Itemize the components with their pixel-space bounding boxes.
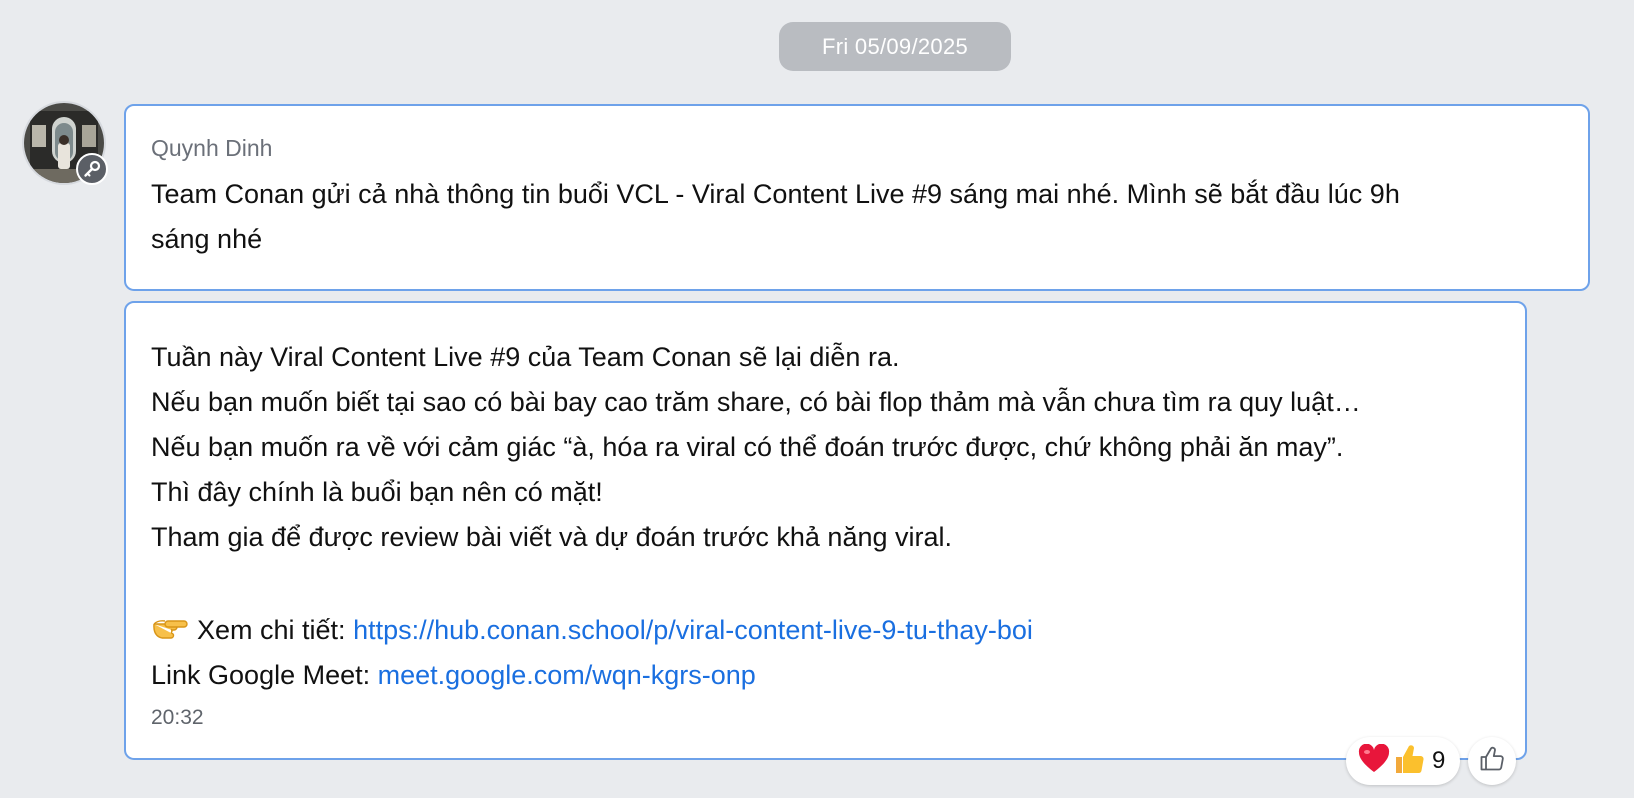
message-text: Team Conan gửi cả nhà thông tin buổi VCL… bbox=[151, 172, 1563, 262]
message-line: Thì đây chính là buổi bạn nên có mặt! bbox=[151, 477, 603, 507]
meet-line: Link Google Meet: meet.google.com/wqn-kg… bbox=[151, 653, 1500, 698]
pointing-hand-icon bbox=[151, 611, 189, 639]
message-bubble[interactable]: Quynh Dinh Team Conan gửi cả nhà thông t… bbox=[124, 104, 1590, 291]
reaction-summary[interactable]: 9 bbox=[1346, 737, 1460, 785]
message-line: Team Conan gửi cả nhà thông tin buổi VCL… bbox=[151, 179, 1400, 209]
heart-emoji-icon bbox=[1358, 743, 1390, 779]
detail-link[interactable]: https://hub.conan.school/p/viral-content… bbox=[353, 615, 1033, 645]
message-line: Nếu bạn muốn biết tại sao có bài bay cao… bbox=[151, 387, 1361, 417]
detail-label: Xem chi tiết: bbox=[197, 615, 354, 645]
date-separator: Fri 05/09/2025 bbox=[779, 22, 1011, 71]
add-reaction-button[interactable] bbox=[1468, 737, 1516, 785]
message-line: Tham gia để được review bài viết và dự đ… bbox=[151, 522, 953, 552]
message-line: Nếu bạn muốn ra về với cảm giác “à, hóa … bbox=[151, 432, 1344, 462]
message-line: Tuần này Viral Content Live #9 của Team … bbox=[151, 342, 900, 372]
meet-link[interactable]: meet.google.com/wqn-kgrs-onp bbox=[378, 660, 756, 690]
message-time: 20:32 bbox=[151, 706, 204, 729]
meet-label: Link Google Meet: bbox=[151, 660, 378, 690]
message-text: Tuần này Viral Content Live #9 của Team … bbox=[151, 335, 1500, 698]
thumbs-up-outline-icon bbox=[1479, 746, 1505, 777]
message-line: sáng nhé bbox=[151, 224, 263, 254]
reaction-count: 9 bbox=[1432, 747, 1446, 774]
message-bubble[interactable]: Tuần này Viral Content Live #9 của Team … bbox=[124, 301, 1527, 760]
key-icon bbox=[76, 153, 108, 185]
thumbs-up-emoji-icon bbox=[1394, 743, 1424, 780]
detail-line: Xem chi tiết: https://hub.conan.school/p… bbox=[151, 608, 1500, 653]
sender-name[interactable]: Quynh Dinh bbox=[151, 134, 1563, 162]
